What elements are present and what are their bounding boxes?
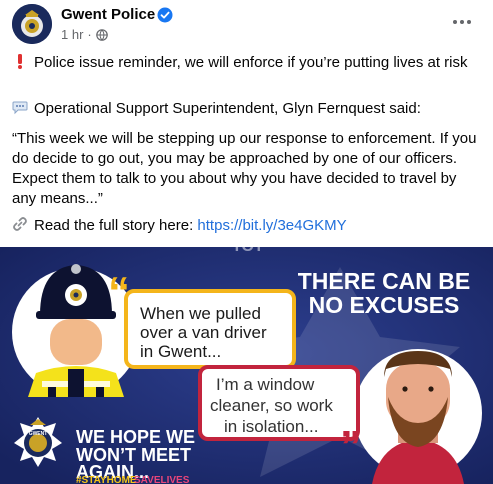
gwent-police-crest: GWENT xyxy=(14,417,62,467)
exclamation-icon xyxy=(18,54,22,69)
headline-line2: NO EXCUSES xyxy=(309,292,460,318)
meta-separator: · xyxy=(87,27,92,42)
post-meta: 1 hr · xyxy=(61,27,108,42)
close-quote-mark: ” xyxy=(340,422,362,471)
officer-bubble-line1: When we pulled xyxy=(140,304,261,323)
reminder-text: Police issue reminder, we will enforce i… xyxy=(34,54,468,71)
post-line-reminder: Police issue reminder, we will enforce i… xyxy=(12,53,468,73)
headline-line1: THERE CAN BE xyxy=(298,268,471,294)
read-label: Read the full story here: xyxy=(34,217,198,234)
campaign-graphic: TOT “ When we pulled over a van driv xyxy=(0,247,493,484)
open-quote-mark: “ xyxy=(108,268,130,317)
post-time[interactable]: 1 hr xyxy=(61,27,83,42)
globe-icon xyxy=(95,28,108,41)
crest-text: GWENT xyxy=(29,431,48,437)
officer-bubble-line2: over a van driver xyxy=(140,323,267,342)
link-icon xyxy=(13,217,27,231)
hashtag-part1: #STAYHOME xyxy=(76,475,137,484)
officer-bubble-line3: in Gwent... xyxy=(140,342,221,361)
story-link[interactable]: https://bit.ly/3e4GKMY xyxy=(197,217,346,234)
driver-bubble-line1: I’m a window xyxy=(216,375,315,394)
post-quote: “This week we will be stepping up our re… xyxy=(12,130,477,207)
post-header: Gwent Police 1 hr · xyxy=(0,0,493,50)
hashtag-part2: SAVELIVES xyxy=(134,475,190,484)
page-avatar[interactable] xyxy=(12,4,52,44)
more-options-icon[interactable] xyxy=(448,8,476,36)
post-line-link: Read the full story here: https://bit.ly… xyxy=(12,216,347,236)
post-line-superintendent: Operational Support Superintendent, Glyn… xyxy=(12,99,421,119)
verified-badge-icon xyxy=(157,7,173,23)
page-name[interactable]: Gwent Police xyxy=(61,6,155,23)
speech-bubble-icon xyxy=(12,101,28,115)
footer-line1: WE HOPE WE xyxy=(76,427,195,447)
police-crest-icon xyxy=(12,4,52,44)
superintendent-text: Operational Support Superintendent, Glyn… xyxy=(34,100,421,117)
post-image[interactable]: TOT “ When we pulled over a van driv xyxy=(0,247,493,484)
banner-top-word: TOT xyxy=(232,247,264,255)
driver-bubble-line3: in isolation... xyxy=(224,417,319,436)
driver-bubble-line2: cleaner, so work xyxy=(210,396,333,415)
